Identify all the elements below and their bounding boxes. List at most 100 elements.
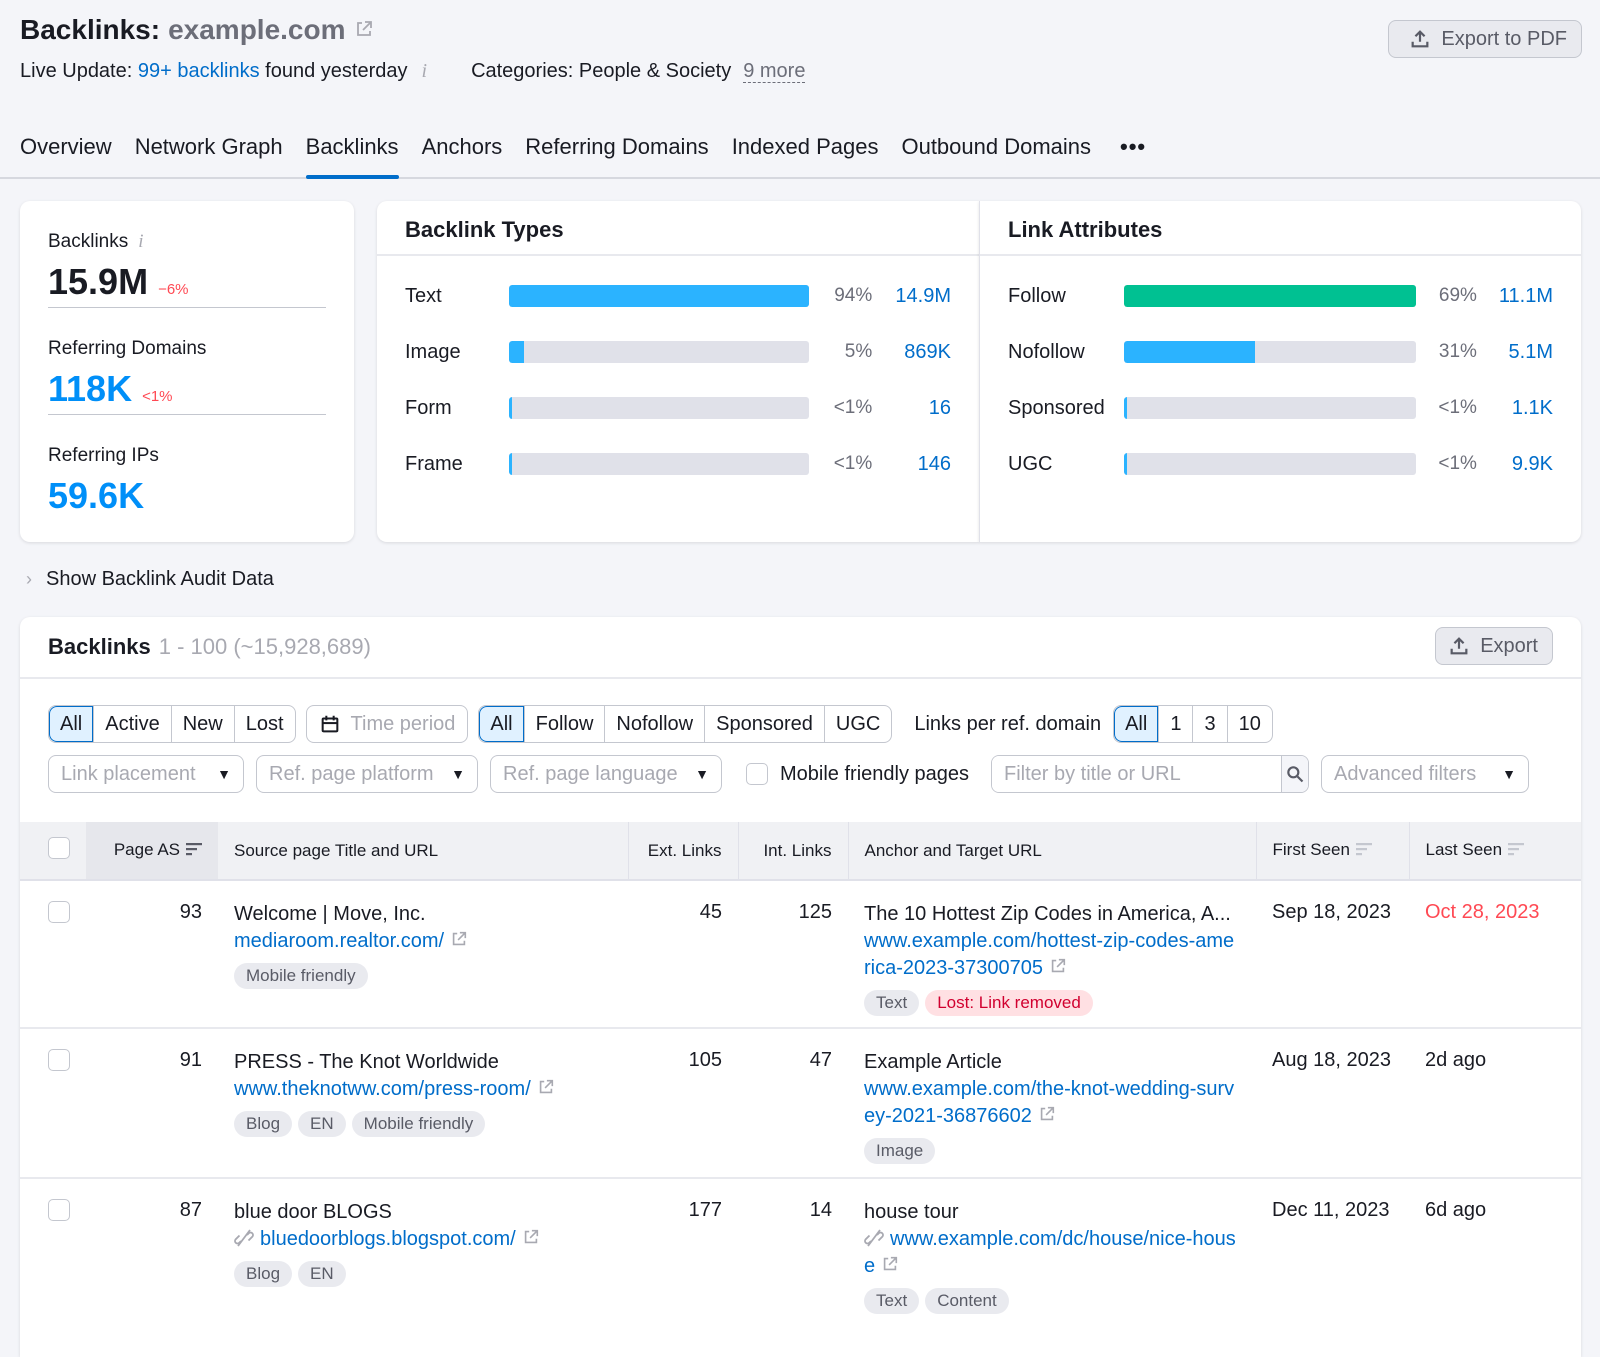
link-attributes-card: Link Attributes Follow 69% 11.1M Nofollow 31… [979, 201, 1581, 542]
col-page-as[interactable]: Page AS [86, 822, 218, 881]
page-title: Backlinks: example.com [20, 14, 374, 46]
audit-toggle-label: Show Backlink Audit Data [46, 568, 274, 590]
tab-anchors[interactable]: Anchors [422, 124, 503, 177]
bar-fill [1124, 453, 1128, 475]
link-placement-dropdown[interactable]: Link placement ▼ [48, 755, 244, 793]
int-links-cell[interactable]: 14 [738, 1178, 848, 1328]
anchor-text: The 10 Hottest Zip Codes in America, A..… [864, 903, 1231, 925]
col-first-seen[interactable]: First Seen [1255, 822, 1409, 881]
source-url-link[interactable]: www.theknotww.com/press-room/ [234, 1078, 531, 1100]
advanced-filters-dropdown[interactable]: Advanced filters ▼ [1321, 755, 1529, 793]
row-count-link[interactable]: 16 [872, 397, 951, 420]
status-filter-active[interactable]: Active [93, 706, 170, 742]
row-count-link[interactable]: 869K [872, 341, 951, 364]
lpd-3[interactable]: 3 [1192, 706, 1226, 742]
referring-domains-value[interactable]: 118K [48, 368, 132, 410]
select-all-checkbox[interactable] [48, 837, 70, 859]
row-count-link[interactable]: 146 [872, 453, 951, 476]
external-link-icon[interactable] [881, 1255, 899, 1273]
mobile-friendly-checkbox[interactable]: Mobile friendly pages [746, 763, 969, 786]
row-checkbox[interactable] [48, 1049, 70, 1071]
distribution-row: Image 5% 869K [377, 324, 979, 380]
lpd-1[interactable]: 1 [1158, 706, 1192, 742]
bar-fill [509, 453, 513, 475]
table-card-header: Backlinks 1 - 100 (~15,928,689) Export [20, 617, 1581, 679]
row-label: Frame [405, 452, 463, 475]
external-link-icon[interactable] [1049, 957, 1067, 975]
tab-overview[interactable]: Overview [20, 124, 112, 177]
info-icon[interactable]: i [138, 231, 143, 253]
row-count-link[interactable]: 14.9M [872, 285, 951, 308]
stat-referring-ips: Referring IPs 59.6K [48, 415, 326, 522]
row-count-link[interactable]: 11.1M [1477, 285, 1553, 308]
ext-links-cell[interactable]: 45 [628, 880, 738, 1029]
external-link-icon[interactable] [1038, 1105, 1056, 1123]
time-period-picker[interactable]: Time period [305, 705, 469, 743]
attr-filter-ugc[interactable]: UGC [823, 706, 891, 742]
page-as-cell: 93 [86, 880, 218, 1029]
table-row: 91 PRESS - The Knot Worldwide www.theknotw… [20, 1028, 1581, 1179]
source-url-link[interactable]: mediaroom.realtor.com/ [234, 930, 444, 952]
mobile-friendly-label: Mobile friendly pages [780, 762, 969, 785]
platform-dropdown[interactable]: Ref. page platform ▼ [256, 755, 478, 793]
backlink-audit-toggle[interactable]: › Show Backlink Audit Data [26, 568, 274, 591]
col-int-links[interactable]: Int. Links [737, 822, 848, 881]
status-filter-new[interactable]: New [170, 706, 234, 742]
attr-filter-follow[interactable]: Follow [523, 706, 605, 742]
target-tag: Image [864, 1138, 936, 1164]
col-ext-links[interactable]: Ext. Links [627, 822, 738, 881]
last-seen-cell: 6d ago [1425, 1199, 1487, 1221]
attr-filter-all[interactable]: All [479, 706, 524, 742]
row-label: Image [405, 340, 461, 363]
source-tags: Blog EN [234, 1261, 612, 1287]
external-link-icon[interactable] [522, 1228, 540, 1246]
lpd-10[interactable]: 10 [1226, 706, 1272, 742]
tab-network-graph[interactable]: Network Graph [135, 124, 283, 177]
col-last-seen[interactable]: Last Seen [1408, 822, 1581, 881]
filter-row-1: All Active New Lost Time period All Foll… [48, 705, 1283, 743]
checkbox[interactable] [746, 763, 768, 785]
info-icon[interactable]: i [422, 60, 428, 83]
row-percent: <1% [833, 453, 873, 474]
target-url-link[interactable]: www.example.com/dc/house/nice-house [864, 1228, 1236, 1277]
row-percent: <1% [833, 397, 873, 418]
tab-outbound-domains[interactable]: Outbound Domains [901, 124, 1091, 177]
anchor-text: Example Article [864, 1051, 1002, 1073]
search-button[interactable] [1281, 756, 1308, 792]
status-filter-all[interactable]: All [49, 706, 94, 742]
live-update-link[interactable]: 99+ backlinks [138, 60, 260, 83]
export-pdf-button[interactable]: Export to PDF [1388, 20, 1582, 58]
dropdown-label: Ref. page platform [269, 762, 434, 785]
row-count-link[interactable]: 9.9K [1477, 453, 1553, 476]
tab-indexed-pages[interactable]: Indexed Pages [732, 124, 879, 177]
external-link-icon[interactable] [354, 14, 374, 46]
export-button[interactable]: Export [1435, 627, 1553, 665]
distribution-bar [509, 453, 810, 475]
source-url-link[interactable]: bluedoorblogs.blogspot.com/ [260, 1228, 516, 1250]
attr-filter-nofollow[interactable]: Nofollow [604, 706, 704, 742]
search-input[interactable] [992, 756, 1281, 792]
referring-ips-value[interactable]: 59.6K [48, 475, 144, 517]
categories-more-link[interactable]: 9 more [743, 60, 806, 83]
tab-referring-domains[interactable]: Referring Domains [525, 124, 708, 177]
int-links-cell[interactable]: 125 [738, 880, 848, 1029]
external-link-icon[interactable] [450, 930, 468, 948]
source-tag: EN [298, 1111, 346, 1137]
row-checkbox[interactable] [48, 901, 70, 923]
attr-filter-sponsored[interactable]: Sponsored [704, 706, 824, 742]
row-count-link[interactable]: 1.1K [1477, 397, 1553, 420]
more-tabs-icon[interactable]: ••• [1120, 124, 1146, 177]
ext-links-cell[interactable]: 105 [628, 1028, 738, 1179]
row-label: Text [405, 284, 442, 307]
ext-links-cell[interactable]: 177 [628, 1178, 738, 1328]
external-link-icon[interactable] [537, 1078, 555, 1096]
language-dropdown[interactable]: Ref. page language ▼ [490, 755, 722, 793]
lpd-all[interactable]: All [1114, 706, 1159, 742]
status-filter-lost[interactable]: Lost [233, 706, 295, 742]
export-label: Export [1480, 634, 1538, 657]
tab-backlinks[interactable]: Backlinks [305, 124, 399, 179]
int-links-cell[interactable]: 47 [738, 1028, 848, 1179]
row-checkbox[interactable] [48, 1199, 70, 1221]
source-title: Welcome | Move, Inc. [234, 903, 426, 925]
row-count-link[interactable]: 5.1M [1477, 341, 1553, 364]
